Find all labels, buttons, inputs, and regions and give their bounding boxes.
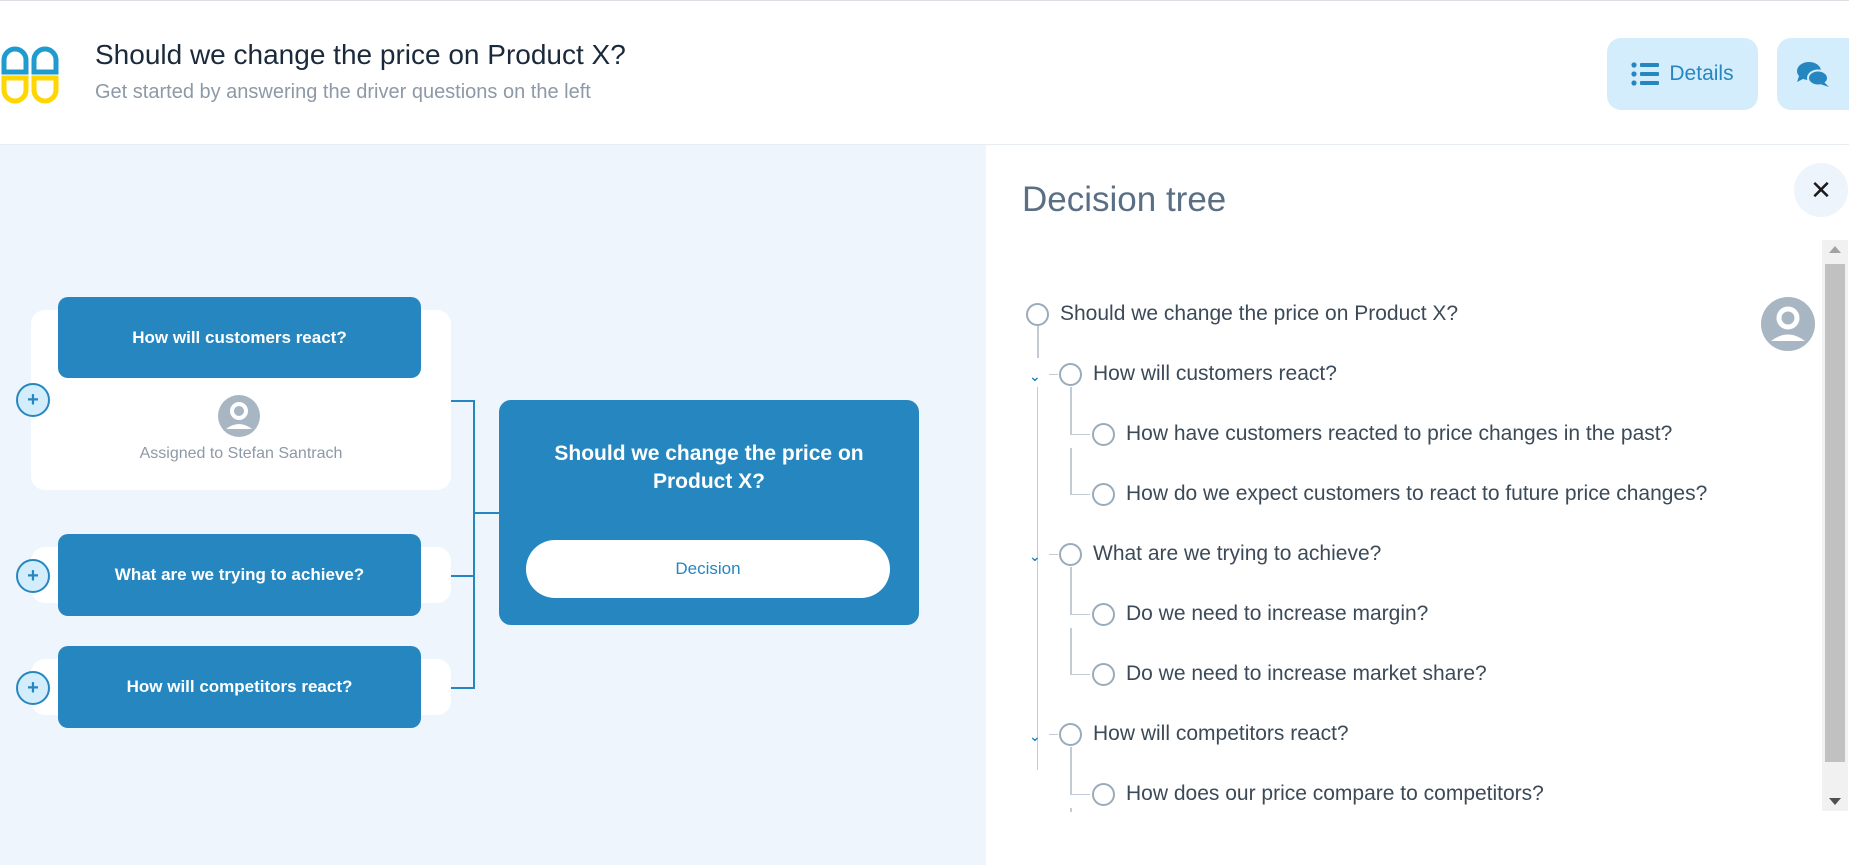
main-decision-node[interactable]: Should we change the price on Product X?… (499, 400, 919, 625)
chevron-down-icon[interactable]: ⌄ (1029, 548, 1041, 565)
tree-line (1070, 674, 1090, 675)
decision-canvas: How will customers react? + Assigned to … (0, 145, 986, 865)
user-avatar-icon (1761, 297, 1815, 351)
status-circle-icon[interactable] (1059, 542, 1082, 566)
tree-line (1049, 554, 1058, 555)
tree-line (1037, 326, 1039, 358)
user-avatar-icon (218, 395, 260, 437)
tree-item[interactable]: How will customers react? (1059, 359, 1337, 389)
tree-item-label: How do we expect customers to react to f… (1126, 482, 1708, 505)
status-circle-icon[interactable] (1059, 722, 1082, 746)
tree-line (1070, 614, 1090, 615)
panel-title: Decision tree (1022, 180, 1227, 219)
tree-item[interactable]: How do we expect customers to react to f… (1092, 479, 1707, 509)
tree-item[interactable]: How does our price compare to competitor… (1092, 779, 1544, 809)
tree-line (1070, 808, 1072, 812)
tree-line (1049, 374, 1058, 375)
connector-line (451, 400, 475, 402)
add-driver-button[interactable]: + (16, 383, 50, 417)
tree-line (1070, 747, 1072, 795)
add-driver-button[interactable]: + (16, 559, 50, 593)
scrollbar-thumb[interactable] (1825, 264, 1845, 762)
status-circle-icon[interactable] (1092, 662, 1115, 686)
driver-node-competitors[interactable]: How will competitors react? (58, 646, 421, 728)
status-circle-icon[interactable] (1092, 422, 1115, 446)
tree-item-label: How will customers react? (1093, 362, 1337, 385)
tree-line (1070, 794, 1090, 795)
tree-line (1070, 567, 1072, 615)
connector-line (473, 400, 475, 689)
connector-line (473, 512, 500, 514)
page-subtitle: Get started by answering the driver ques… (95, 81, 591, 103)
comments-icon (1797, 62, 1829, 87)
tree-scrollbar[interactable] (1822, 240, 1848, 811)
chevron-down-icon[interactable]: ⌄ (1029, 368, 1041, 385)
tree-item-label: How will competitors react? (1093, 722, 1349, 745)
chevron-down-icon[interactable]: ⌄ (1029, 728, 1041, 745)
tree-item[interactable]: Do we need to increase margin? (1092, 599, 1428, 629)
tree-line (1070, 448, 1072, 495)
status-circle-icon[interactable] (1026, 302, 1049, 326)
status-circle-icon[interactable] (1092, 482, 1115, 506)
tree-line (1070, 494, 1090, 495)
header: Should we change the price on Product X?… (0, 1, 1849, 145)
tree-item-label: What are we trying to achieve? (1093, 542, 1382, 565)
tree-item[interactable]: What are we trying to achieve? (1059, 539, 1381, 569)
driver-node-customers[interactable]: How will customers react? (58, 297, 421, 378)
tree-line (1049, 734, 1058, 735)
connector-line (451, 575, 475, 577)
scroll-up-arrow-icon[interactable] (1829, 246, 1841, 253)
tree-item-label: How does our price compare to competitor… (1126, 782, 1544, 805)
tree-item[interactable]: Do we need to increase market share? (1092, 659, 1487, 689)
tree-item[interactable]: How have customers reacted to price chan… (1092, 419, 1672, 449)
tree-line (1070, 387, 1072, 435)
status-circle-icon[interactable] (1092, 602, 1115, 626)
decision-tree-list: ⌄ ⌄ ⌄ Should we change the price on Prod… (986, 240, 1821, 812)
tree-item-label: Should we change the price on Product X? (1060, 302, 1459, 325)
details-button[interactable]: Details (1607, 38, 1758, 110)
tree-line (1070, 628, 1072, 675)
tree-item-label: Do we need to increase market share? (1126, 662, 1487, 685)
tree-line (1070, 434, 1090, 435)
list-icon (1631, 62, 1660, 86)
assigned-to-label: Assigned to Stefan Santrach (139, 445, 343, 462)
status-circle-icon[interactable] (1059, 362, 1082, 386)
tree-item[interactable]: How will competitors react? (1059, 719, 1349, 749)
tree-item-label: How have customers reacted to price chan… (1126, 422, 1673, 445)
tree-item-root[interactable]: Should we change the price on Product X? (1026, 299, 1458, 329)
main-question: Should we change the price on Product X? (554, 442, 864, 493)
decision-tree-panel: Decision tree ✕ ⌄ ⌄ ⌄ Should we change t… (986, 145, 1849, 865)
details-label: Details (1669, 62, 1734, 85)
close-button[interactable]: ✕ (1794, 163, 1848, 217)
decision-button[interactable]: Decision (526, 540, 890, 598)
scroll-down-arrow-icon[interactable] (1829, 798, 1841, 805)
comments-button[interactable] (1777, 38, 1849, 110)
connector-line (451, 687, 475, 689)
driver-node-achieve[interactable]: What are we trying to achieve? (58, 534, 421, 616)
tree-line (1037, 387, 1038, 770)
tree-item-label: Do we need to increase margin? (1126, 602, 1429, 625)
close-icon: ✕ (1810, 174, 1832, 205)
clover-logo-icon (1, 46, 59, 104)
page-title: Should we change the price on Product X? (95, 39, 626, 70)
status-circle-icon[interactable] (1092, 782, 1115, 806)
add-driver-button[interactable]: + (16, 671, 50, 705)
